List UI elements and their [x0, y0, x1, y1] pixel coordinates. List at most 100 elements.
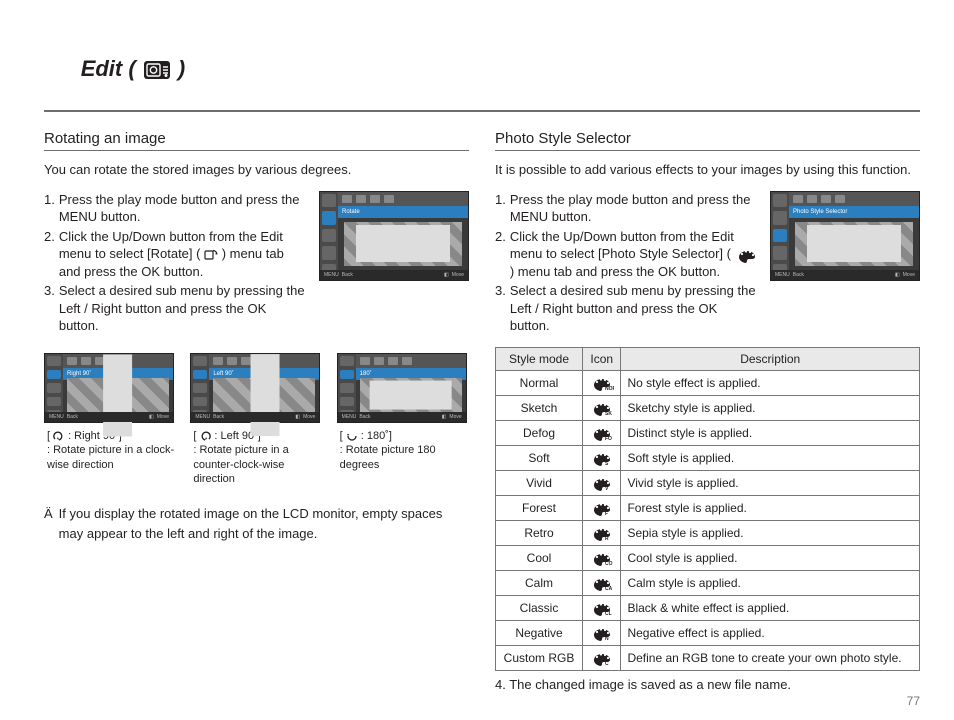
arrow-ccw-icon — [199, 431, 211, 441]
step-text: Select a desired sub menu by pressing th… — [59, 282, 309, 335]
move-label: Move — [449, 414, 461, 420]
style-mode-cell: Soft — [496, 445, 583, 470]
style-icon-cell: F — [583, 495, 621, 520]
table-row: SketchSKSketchy style is applied. — [496, 395, 920, 420]
style-desc-cell: Soft style is applied. — [621, 445, 920, 470]
page-title-row: Edit ( ) — [44, 30, 920, 112]
svg-text:CL: CL — [605, 611, 612, 616]
style-desc-cell: Black & white effect is applied. — [621, 595, 920, 620]
step-text: Click the Up/Down button from the Edit m… — [59, 228, 309, 281]
page-number: 77 — [907, 694, 920, 708]
dpad-icon: ◧ — [444, 272, 449, 278]
palette-icon: F — [590, 500, 614, 516]
style-icon-cell: R — [583, 520, 621, 545]
table-row: RetroRSepia style is applied. — [496, 520, 920, 545]
step-number: 2. — [44, 228, 55, 281]
table-row: Normal NOR No style effect is applied. — [496, 370, 920, 395]
svg-text:FO: FO — [605, 436, 612, 441]
move-label: Move — [303, 414, 315, 420]
page: Edit ( ) Rotating an image You can rotat… — [0, 0, 954, 720]
step-4-text: The changed image is saved as a new file… — [509, 677, 791, 692]
step-text: Select a desired sub menu by pressing th… — [510, 282, 760, 335]
dpad-icon: ◧ — [295, 414, 300, 420]
rotation-caption: [ : 180˚]: Rotate picture 180 degrees — [337, 429, 469, 472]
svg-text:NOR: NOR — [605, 386, 614, 391]
style-desc-cell: No style effect is applied. — [621, 370, 920, 395]
note: Ä If you display the rotated image on th… — [44, 504, 469, 543]
table-header: Description — [621, 347, 920, 370]
step-number: 2. — [495, 228, 506, 281]
step-number: 1. — [44, 191, 55, 226]
camera-screen-small: Left 90˚MENUBack◧Move — [190, 353, 320, 423]
style-desc-cell: Negative effect is applied. — [621, 620, 920, 645]
move-label: Move — [903, 272, 915, 278]
title-prefix: Edit ( — [81, 56, 142, 81]
table-header: Style mode — [496, 347, 583, 370]
step-item: 3.Select a desired sub menu by pressing … — [44, 282, 309, 335]
style-icon-cell: CO — [583, 545, 621, 570]
palette-icon: CO — [590, 550, 614, 566]
style-desc-cell: Calm style is applied. — [621, 570, 920, 595]
step-number: 1. — [495, 191, 506, 226]
intro-text: You can rotate the stored images by vari… — [44, 161, 469, 179]
svg-text:N: N — [605, 636, 609, 641]
step-item: 1.Press the play mode button and press t… — [44, 191, 309, 226]
steps-list: 1.Press the play mode button and press t… — [495, 191, 760, 337]
style-desc-cell: Define an RGB tone to create your own ph… — [621, 645, 920, 670]
page-title: Edit ( ) — [44, 30, 185, 108]
style-icon-cell: SK — [583, 395, 621, 420]
right-column: Photo Style Selector It is possible to a… — [495, 130, 920, 692]
table-row: CoolCOCool style is applied. — [496, 545, 920, 570]
table-row: Classic CL Black & white effect is applied… — [496, 595, 920, 620]
style-icon-cell: N — [583, 620, 621, 645]
table-row: Negative N Negative effect is applied. — [496, 620, 920, 645]
palette-icon: FO — [590, 425, 614, 441]
svg-text:CO: CO — [605, 561, 613, 566]
left-column: Rotating an image You can rotate the sto… — [44, 130, 469, 692]
rotation-caption: [ : Left 90˚]: Rotate picture in a count… — [190, 429, 322, 486]
caption-desc: : Rotate picture in a clock-wise directi… — [47, 443, 176, 472]
dpad-icon: ◧ — [442, 414, 447, 420]
style-mode-cell: Custom RGB — [496, 645, 583, 670]
palette-icon: R — [590, 525, 614, 541]
style-mode-cell: Negative — [496, 620, 583, 645]
step-number: 3. — [495, 282, 506, 335]
section-heading-photostyle: Photo Style Selector — [495, 130, 920, 151]
columns: Rotating an image You can rotate the sto… — [44, 130, 920, 692]
style-desc-cell: Sketchy style is applied. — [621, 395, 920, 420]
arrow-180-icon — [346, 431, 358, 441]
style-desc-cell: Sepia style is applied. — [621, 520, 920, 545]
svg-text:SK: SK — [605, 411, 612, 416]
title-suffix: ) — [172, 56, 185, 81]
palette-icon: S — [590, 450, 614, 466]
style-mode-cell: Vivid — [496, 470, 583, 495]
palette-icon: NOR — [590, 375, 614, 391]
steps-list: 1.Press the play mode button and press t… — [44, 191, 309, 337]
dpad-icon: ◧ — [895, 272, 900, 278]
back-label: Back — [359, 414, 370, 420]
style-mode-cell: Forest — [496, 495, 583, 520]
table-row: VividVVivid style is applied. — [496, 470, 920, 495]
step-item: 1.Press the play mode button and press t… — [495, 191, 760, 226]
style-mode-cell: Defog — [496, 420, 583, 445]
edit-menu-icon — [144, 61, 170, 79]
intro-text: It is possible to add various effects to… — [495, 161, 920, 179]
svg-text:CA: CA — [605, 586, 613, 591]
menu-icon: MENU — [49, 414, 64, 420]
style-desc-cell: Distinct style is applied. — [621, 420, 920, 445]
caption-desc: : Rotate picture in a counter-clock-wise… — [193, 443, 322, 486]
screenshot-photostyle-main: Photo Style Selector MENU Back ◧ Move — [770, 191, 920, 337]
camera-screen: Photo Style Selector MENU Back ◧ Move — [770, 191, 920, 281]
rotation-option: Left 90˚MENUBack◧Move [ : Left 90˚]: Rota… — [190, 353, 322, 486]
style-mode-cell: Normal — [496, 370, 583, 395]
step-item: 2.Click the Up/Down button from the Edit… — [495, 228, 760, 281]
screenshot-rotate-main: Rotate MENU Back ◧ Move — [319, 191, 469, 337]
rotate-icon — [204, 249, 218, 261]
dpad-icon: ◧ — [149, 414, 154, 420]
style-desc-cell: Forest style is applied. — [621, 495, 920, 520]
style-mode-cell: Classic — [496, 595, 583, 620]
note-mark-icon: Ä — [44, 504, 53, 543]
step-4: 4. The changed image is saved as a new f… — [495, 677, 920, 692]
table-row: Custom RGBCDefine an RGB tone to create … — [496, 645, 920, 670]
step-number: 3. — [44, 282, 55, 335]
